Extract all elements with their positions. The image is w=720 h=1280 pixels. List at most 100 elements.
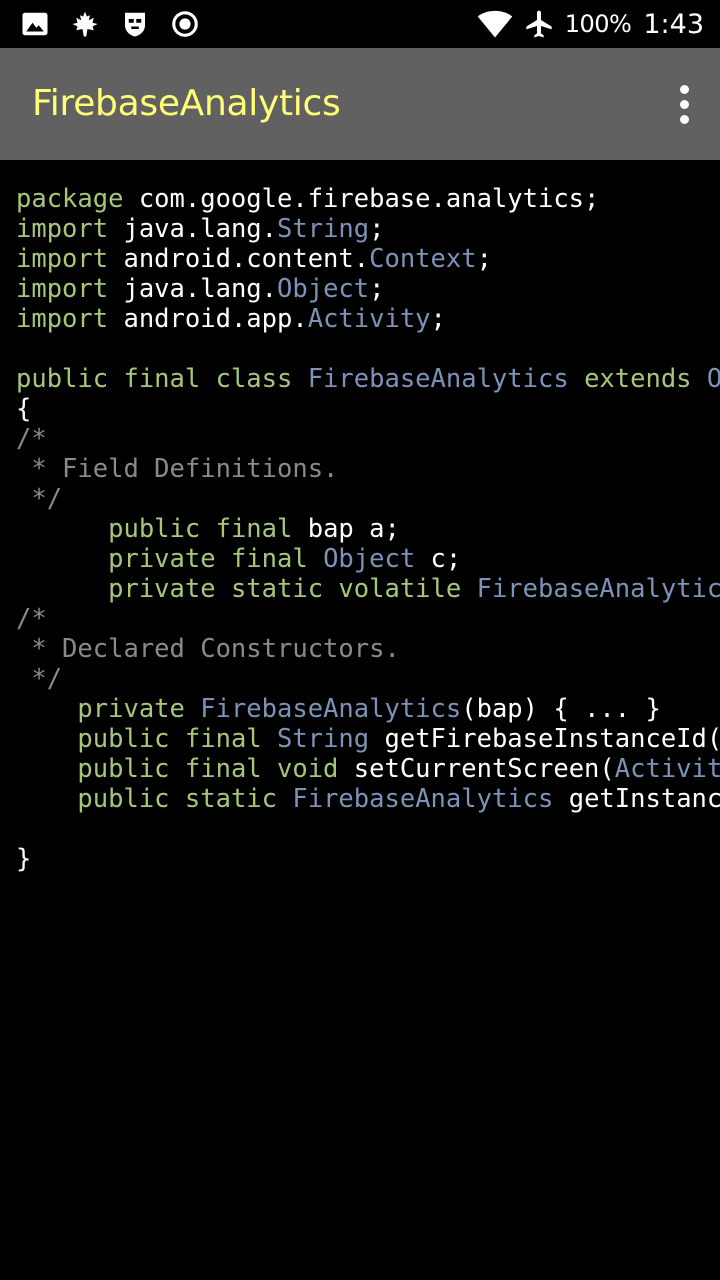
code-token: setCurrentScreen( bbox=[338, 754, 615, 784]
code-line: private final Object c; bbox=[16, 544, 720, 574]
code-token: Context bbox=[369, 244, 477, 274]
code-token: private final bbox=[108, 544, 308, 574]
code-token: FirebaseAnalytics bbox=[307, 364, 569, 394]
code-token: String bbox=[277, 724, 370, 754]
code-line: /* bbox=[16, 604, 720, 634]
code-token: public final bbox=[77, 724, 262, 754]
code-token: String bbox=[277, 214, 370, 244]
code-token: ; bbox=[476, 244, 492, 274]
code-line: import java.lang.String; bbox=[16, 214, 720, 244]
code-line: import java.lang.Object; bbox=[16, 274, 720, 304]
code-token: public final class bbox=[16, 364, 293, 394]
code-token: import bbox=[16, 304, 109, 334]
code-token: (bap) { ... } bbox=[461, 694, 661, 724]
code-line: public final String getFirebaseInstanceI… bbox=[16, 724, 720, 754]
code-token: com.google.firebase.analytics; bbox=[123, 184, 600, 214]
code-token: bap a; bbox=[292, 514, 400, 544]
more-vert-icon[interactable] bbox=[668, 84, 700, 124]
code-token: FirebaseAnalytics bbox=[200, 694, 462, 724]
code-token: */ bbox=[16, 664, 63, 694]
wifi-icon bbox=[477, 9, 513, 39]
code-token: */ bbox=[16, 484, 63, 514]
code-line: package com.google.firebase.analytics; bbox=[16, 184, 720, 214]
code-line: * Field Definitions. bbox=[16, 454, 720, 484]
code-line: public final class FirebaseAnalytics ext… bbox=[16, 364, 720, 394]
maple-leaf-icon bbox=[70, 9, 100, 39]
status-bar: 100% 1:43 bbox=[0, 0, 720, 48]
code-token: public static bbox=[77, 784, 278, 814]
notification-icons bbox=[20, 8, 200, 40]
image-icon bbox=[20, 9, 50, 39]
code-token: import bbox=[16, 244, 109, 274]
code-token: ; bbox=[430, 304, 446, 334]
code-line: */ bbox=[16, 484, 720, 514]
code-line: } bbox=[16, 844, 720, 874]
code-token: android.content. bbox=[108, 244, 370, 274]
code-line: public static FirebaseAnalytics getInsta… bbox=[16, 784, 720, 814]
code-token: Object bbox=[706, 364, 720, 394]
source-code: package com.google.firebase.analytics; im… bbox=[16, 184, 720, 874]
code-token: Activity bbox=[307, 304, 431, 334]
code-token: getFirebaseInstanceId() { ... } bbox=[384, 724, 720, 754]
code-token: extends bbox=[584, 364, 692, 394]
page-title: FirebaseAnalytics bbox=[32, 83, 341, 124]
badge-icon bbox=[120, 9, 150, 39]
code-line: { bbox=[16, 394, 720, 424]
code-token: c; bbox=[415, 544, 462, 574]
code-token: * Declared Constructors. bbox=[16, 634, 400, 664]
code-line: import android.content.Context; bbox=[16, 244, 720, 274]
clock: 1:43 bbox=[643, 8, 704, 40]
code-token: import bbox=[16, 214, 109, 244]
code-token: public final bbox=[108, 514, 293, 544]
code-token: * Field Definitions. bbox=[16, 454, 339, 484]
app-bar: FirebaseAnalytics bbox=[0, 48, 720, 160]
battery-level: 100% bbox=[564, 10, 632, 38]
code-token: FirebaseAnalytics bbox=[476, 574, 720, 604]
code-token: /* bbox=[16, 604, 47, 634]
code-token: import bbox=[16, 274, 109, 304]
code-token: getInstance( bbox=[568, 784, 720, 814]
code-token: package bbox=[16, 184, 124, 214]
code-line: /* bbox=[16, 424, 720, 454]
code-line: private static volatile FirebaseAnalytic… bbox=[16, 574, 720, 604]
code-viewer[interactable]: package com.google.firebase.analytics; im… bbox=[0, 160, 720, 1280]
code-token: { bbox=[16, 394, 32, 424]
code-token: FirebaseAnalytics bbox=[292, 784, 554, 814]
code-token: ; bbox=[369, 214, 385, 244]
code-line: private FirebaseAnalytics(bap) { ... } bbox=[16, 694, 720, 724]
code-token: java.lang. bbox=[108, 274, 278, 304]
code-line: * Declared Constructors. bbox=[16, 634, 720, 664]
code-token: Activity bbox=[614, 754, 720, 784]
code-token: java.lang. bbox=[108, 214, 278, 244]
code-token: Object bbox=[277, 274, 370, 304]
code-token: /* bbox=[16, 424, 47, 454]
code-line: public final void setCurrentScreen(Activ… bbox=[16, 754, 720, 784]
code-token: private static volatile bbox=[108, 574, 462, 604]
code-token: Object bbox=[323, 544, 416, 574]
system-status: 100% 1:43 bbox=[477, 0, 704, 48]
code-token: public final void bbox=[77, 754, 339, 784]
code-line: */ bbox=[16, 664, 720, 694]
code-line: import android.app.Activity; bbox=[16, 304, 720, 334]
code-token: private bbox=[77, 694, 185, 724]
code-token: } bbox=[16, 844, 32, 874]
code-token: ; bbox=[369, 274, 385, 304]
code-line: public final bap a; bbox=[16, 514, 720, 544]
airplane-icon bbox=[523, 8, 555, 40]
